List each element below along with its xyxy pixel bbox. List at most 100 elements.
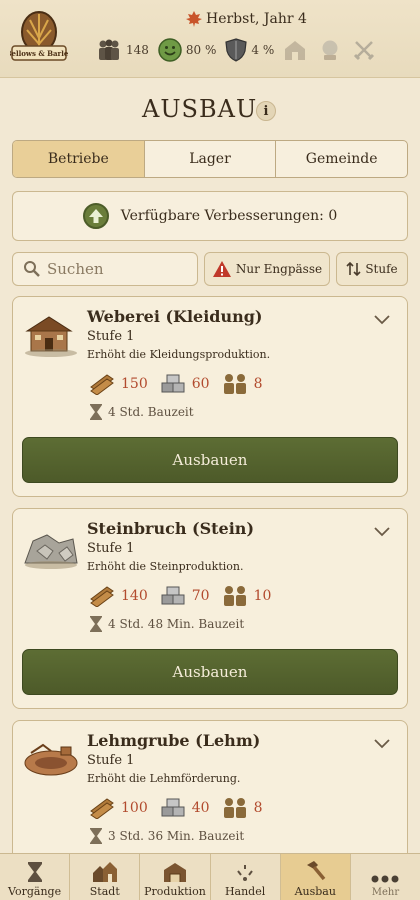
wood-cost: 140 xyxy=(89,585,148,607)
filter-label: Nur Engpässe xyxy=(235,262,323,276)
card-title: Steinbruch (Stein) xyxy=(87,519,255,538)
defense-stat[interactable]: 4 % xyxy=(225,38,274,62)
build-time: 4 Std. Bauzeit xyxy=(89,403,194,421)
workers-cost-value: 10 xyxy=(253,588,272,604)
wood-planks-icon xyxy=(90,586,114,607)
nav-label: Vorgänge xyxy=(8,885,62,898)
warning-icon xyxy=(212,261,231,277)
bottleneck-filter-button[interactable]: Nur Engpässe xyxy=(204,252,330,286)
building-card-lehmgrube: Lehmgrube (Lehm) Stufe 1 Erhöht die Lehm… xyxy=(12,720,408,870)
stone-blocks-icon xyxy=(161,798,185,817)
stats-bar: 148 80 % 4 % xyxy=(96,38,387,62)
build-time-value: 4 Std. 48 Min. Bauzeit xyxy=(108,617,245,631)
steinbruch-building-image xyxy=(24,534,78,569)
wood-cost-value: 100 xyxy=(121,800,148,816)
hourglass-icon xyxy=(90,616,102,632)
search-icon xyxy=(24,261,40,277)
nav-ausbau[interactable]: Ausbau xyxy=(280,854,351,900)
nav-label: Mehr xyxy=(371,887,400,898)
building-icon[interactable] xyxy=(283,39,307,61)
nav-label: Handel xyxy=(224,885,266,898)
hourglass-icon xyxy=(27,862,42,882)
info-icon[interactable]: i xyxy=(256,101,276,121)
wood-planks-icon xyxy=(90,374,114,395)
upgrades-text: Verfügbare Verbesserungen: 0 xyxy=(120,208,338,224)
stone-cost: 70 xyxy=(160,585,210,607)
card-level: Stufe 1 xyxy=(87,541,135,556)
hourglass-icon xyxy=(90,828,102,844)
cost-row: 150 60 8 xyxy=(89,373,274,395)
maple-leaf-icon xyxy=(186,11,202,27)
page-title: AUSBAU xyxy=(142,95,258,123)
wood-cost: 150 xyxy=(89,373,148,395)
lehmgrube-building-image xyxy=(24,743,78,776)
happiness-value: 80 % xyxy=(185,43,217,57)
season-display: Herbst, Jahr 4 xyxy=(185,10,307,28)
smiley-icon xyxy=(158,38,182,62)
wood-planks-icon xyxy=(90,798,114,819)
cost-row: 100 40 8 xyxy=(89,797,274,819)
wood-cost-value: 140 xyxy=(121,588,148,604)
card-title: Weberei (Kleidung) xyxy=(87,307,263,326)
upgrade-button[interactable]: Ausbauen xyxy=(22,437,398,483)
workers-cost: 8 xyxy=(222,797,262,819)
production-icon xyxy=(163,863,186,882)
stone-cost-value: 40 xyxy=(191,800,210,816)
cost-row: 140 70 10 xyxy=(89,585,283,607)
happiness-stat[interactable]: 80 % xyxy=(158,38,217,62)
population-stat[interactable]: 148 xyxy=(96,39,149,61)
build-time: 4 Std. 48 Min. Bauzeit xyxy=(89,615,244,633)
stone-cost: 60 xyxy=(160,373,210,395)
card-description: Erhöht die Steinproduktion. xyxy=(87,560,244,573)
nav-produktion[interactable]: Produktion xyxy=(140,854,211,900)
crossed-swords-icon[interactable] xyxy=(353,39,375,61)
chevron-down-icon[interactable] xyxy=(373,313,391,325)
workers-icon xyxy=(223,798,246,818)
crystal-ball-icon[interactable] xyxy=(319,39,341,61)
nav-mehr[interactable]: Mehr xyxy=(351,854,420,900)
workers-cost-value: 8 xyxy=(253,376,263,392)
town-icon xyxy=(92,862,117,882)
svg-text:Bellows & Barley: Bellows & Barley xyxy=(10,49,68,58)
tab-lager[interactable]: Lager xyxy=(145,141,277,177)
tab-gemeinde[interactable]: Gemeinde xyxy=(276,141,407,177)
stone-cost: 40 xyxy=(160,797,210,819)
workers-cost: 8 xyxy=(222,373,263,395)
stone-blocks-icon xyxy=(161,586,185,605)
workers-cost: 10 xyxy=(222,585,272,607)
upgrade-button[interactable]: Ausbauen xyxy=(22,649,398,695)
available-upgrades-panel: Verfügbare Verbesserungen: 0 xyxy=(12,191,408,241)
tab-bar: Betriebe Lager Gemeinde xyxy=(12,140,408,178)
hourglass-icon xyxy=(90,404,102,420)
wood-cost: 100 xyxy=(89,797,148,819)
card-level: Stufe 1 xyxy=(87,753,135,768)
sort-button[interactable]: Stufe xyxy=(336,252,408,286)
more-dots-icon xyxy=(371,875,399,883)
card-level: Stufe 1 xyxy=(87,329,135,344)
build-time: 3 Std. 36 Min. Bauzeit xyxy=(89,827,244,845)
build-time-value: 4 Std. Bauzeit xyxy=(108,405,194,419)
building-card-weberei: Weberei (Kleidung) Stufe 1 Erhöht die Kl… xyxy=(12,296,408,497)
trade-icon xyxy=(237,865,253,881)
season-text: Herbst, Jahr 4 xyxy=(206,11,307,27)
bellows-barley-logo: Bellows & Barley xyxy=(10,11,68,61)
building-card-steinbruch: Steinbruch (Stein) Stufe 1 Erhöht die St… xyxy=(12,508,408,709)
search-input[interactable]: Suchen xyxy=(12,252,198,286)
chevron-down-icon[interactable] xyxy=(373,737,391,749)
stone-blocks-icon xyxy=(161,374,185,393)
sort-label: Stufe xyxy=(365,262,398,276)
card-title: Lehmgrube (Lehm) xyxy=(87,731,261,750)
build-time-value: 3 Std. 36 Min. Bauzeit xyxy=(108,829,245,843)
nav-label: Stadt xyxy=(89,885,120,898)
workers-icon xyxy=(223,586,246,606)
chevron-down-icon[interactable] xyxy=(373,525,391,537)
tab-betriebe[interactable]: Betriebe xyxy=(13,141,145,177)
card-description: Erhöht die Kleidungsproduktion. xyxy=(87,348,271,361)
nav-vorgaenge[interactable]: Vorgänge xyxy=(0,854,71,900)
defense-value: 4 % xyxy=(251,43,275,57)
nav-stadt[interactable]: Stadt xyxy=(70,854,141,900)
nav-handel[interactable]: Handel xyxy=(211,854,281,900)
shield-icon xyxy=(225,38,248,62)
weberei-building-image xyxy=(25,316,77,357)
sort-icon xyxy=(346,261,361,277)
